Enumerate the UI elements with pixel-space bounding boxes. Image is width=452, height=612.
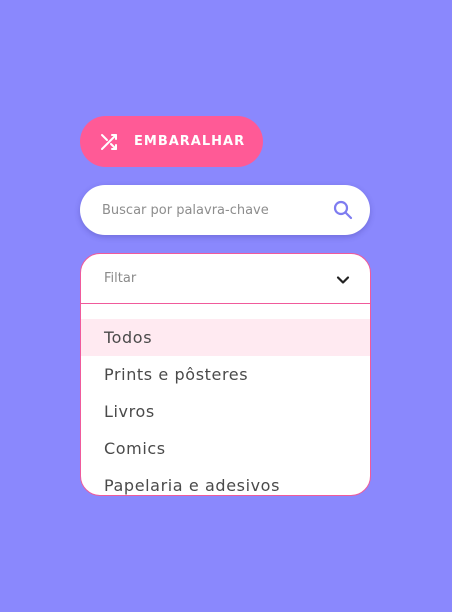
filter-option-livros[interactable]: Livros bbox=[81, 393, 370, 430]
search-box bbox=[80, 185, 370, 235]
shuffle-icon bbox=[100, 133, 118, 151]
search-icon[interactable] bbox=[333, 200, 353, 220]
filter-label: Filtar bbox=[104, 271, 137, 286]
search-input[interactable] bbox=[102, 202, 312, 218]
filter-option-todos[interactable]: Todos bbox=[81, 319, 370, 356]
filter-toggle[interactable]: Filtar bbox=[81, 254, 370, 304]
filter-dropdown: Filtar Todos Prints e pôsteres Livros Co… bbox=[80, 253, 371, 496]
shuffle-button[interactable]: EMBARALHAR bbox=[80, 116, 263, 167]
filter-options-list: Todos Prints e pôsteres Livros Comics Pa… bbox=[81, 319, 370, 495]
filter-option-prints[interactable]: Prints e pôsteres bbox=[81, 356, 370, 393]
chevron-down-icon bbox=[336, 272, 350, 286]
filter-option-papelaria[interactable]: Papelaria e adesivos bbox=[81, 467, 370, 495]
shuffle-button-label: EMBARALHAR bbox=[134, 134, 246, 149]
filter-option-comics[interactable]: Comics bbox=[81, 430, 370, 467]
